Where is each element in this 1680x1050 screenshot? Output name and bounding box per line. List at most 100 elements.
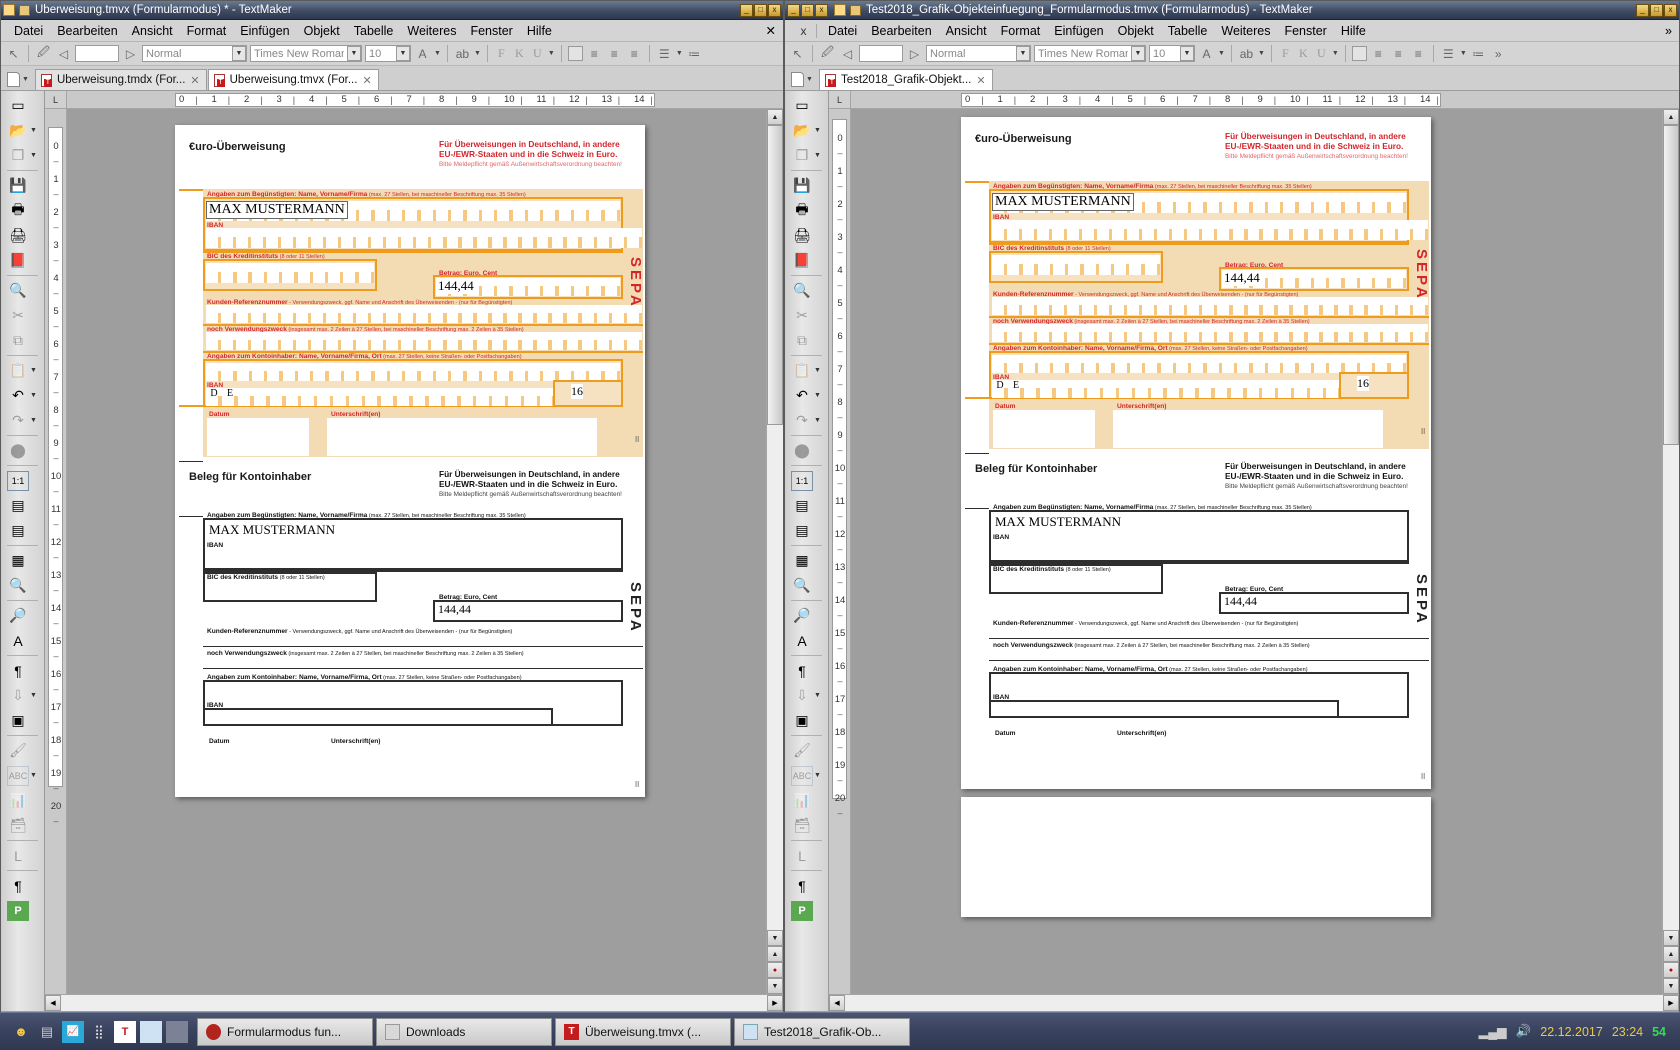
input-cell[interactable] (221, 228, 236, 248)
sidebar-button-paragraph-format[interactable]: ¶ (1, 658, 44, 683)
sidebar-button-redo[interactable]: ↷▼ (785, 408, 828, 433)
scroll-up-button[interactable]: ▲ (1663, 109, 1679, 125)
input-cell[interactable] (477, 228, 492, 248)
input-cell[interactable] (390, 363, 405, 381)
input-cell[interactable] (1314, 355, 1329, 373)
menubar-right[interactable]: x Datei Bearbeiten Ansicht Format Einfüg… (785, 20, 1679, 42)
input-cell[interactable] (1023, 355, 1038, 373)
input-cell[interactable] (1114, 255, 1129, 275)
input-cell-row[interactable] (992, 324, 1428, 342)
chevron-down-icon[interactable]: ▼ (548, 50, 555, 57)
input-cell[interactable] (537, 228, 552, 248)
horizontal-scrollbar-right[interactable]: ◀ ▶ (829, 994, 1679, 1011)
input-cell[interactable] (436, 201, 451, 221)
box-iban-2[interactable] (203, 708, 553, 726)
chevron-down-icon[interactable]: ▼ (30, 772, 38, 779)
input-cell[interactable] (405, 201, 420, 221)
sidebar-button-drop-cap[interactable]: L (785, 843, 828, 868)
input-cell[interactable] (1145, 193, 1160, 213)
next-field-icon[interactable]: ▷ (906, 45, 923, 62)
input-cell[interactable] (552, 305, 567, 323)
scroll-down-button[interactable]: ▼ (767, 930, 783, 946)
chevron-down-icon[interactable]: ▼ (814, 417, 822, 424)
input-cell[interactable] (612, 228, 627, 248)
previous-page-button[interactable]: ▲ (1663, 946, 1679, 962)
input-cell[interactable] (1398, 324, 1413, 342)
show-desktop-icon[interactable]: ▤ (36, 1021, 58, 1043)
input-cell[interactable] (1237, 355, 1252, 373)
document-tab-0[interactable]: Test2018_Grafik-Objekt... ✕ (819, 69, 993, 90)
input-cell-row[interactable] (992, 380, 1342, 398)
input-cell[interactable] (1084, 355, 1099, 373)
input-cell[interactable] (1283, 193, 1298, 213)
input-cell[interactable] (528, 201, 543, 221)
sidebar-button-page-layout-view[interactable]: ▤ (1, 493, 44, 518)
input-cell[interactable] (467, 201, 482, 221)
input-cell[interactable] (1187, 324, 1202, 342)
input-cell[interactable] (1222, 355, 1237, 373)
input-cell[interactable] (1248, 324, 1263, 342)
input-cell[interactable] (1157, 324, 1172, 342)
input-cell[interactable] (513, 363, 528, 381)
input-cell[interactable] (1299, 270, 1314, 288)
field-value-box[interactable] (859, 45, 903, 62)
sidebar-button-database[interactable]: 🗃 (785, 813, 828, 838)
taskbar-item-0[interactable]: Formularmodus fun... (197, 1018, 373, 1046)
input-cell[interactable] (286, 388, 302, 406)
input-cell[interactable] (1056, 380, 1072, 398)
input-cell[interactable] (1053, 255, 1068, 275)
input-cell[interactable] (281, 332, 296, 350)
input-cell[interactable] (1253, 355, 1268, 373)
sidebar-button-new-document[interactable]: ▭ (1, 93, 44, 118)
input-cell[interactable] (1052, 220, 1067, 240)
chevron-down-icon[interactable]: ▼ (814, 152, 822, 159)
apps-icon[interactable]: ⣿ (88, 1021, 110, 1043)
sidebar-button-save[interactable]: 💾 (1, 173, 44, 198)
input-cell[interactable] (1247, 380, 1263, 398)
align-justify-icon[interactable] (568, 46, 583, 61)
sidebar-button-cut[interactable]: ✂ (1, 303, 44, 328)
document-tab-1[interactable]: Überweisung.tmvx (For... ✕ (208, 69, 379, 90)
input-cell[interactable] (281, 228, 296, 248)
input-cell[interactable] (582, 332, 597, 350)
input-date-1[interactable] (207, 418, 309, 456)
input-cell[interactable] (1145, 355, 1160, 373)
input-cell[interactable] (1022, 324, 1037, 342)
sidebar-button-undo[interactable]: ↶▼ (1, 383, 44, 408)
sidebar-button-export-pdf[interactable]: 📕 (1, 248, 44, 273)
input-cell[interactable] (574, 201, 589, 221)
input-cell[interactable] (298, 363, 313, 381)
goto-page-button[interactable]: ● (767, 962, 783, 978)
input-cell[interactable] (1022, 220, 1037, 240)
bullet-list-icon[interactable]: ☰ (656, 45, 673, 62)
sidebar-button-zoom-in[interactable]: 🔍 (1, 573, 44, 598)
sidebar-button-print[interactable]: 🖨 (1, 223, 44, 248)
input-cell[interactable] (386, 305, 401, 323)
input-cell[interactable] (1135, 380, 1151, 398)
input-cell[interactable] (206, 263, 221, 283)
input-cell[interactable] (1293, 297, 1308, 315)
input-cell[interactable] (462, 228, 477, 248)
numbered-list-icon[interactable]: ≔ (1470, 45, 1487, 62)
input-cell[interactable] (567, 305, 582, 323)
menu-item-datei[interactable]: Datei (821, 22, 864, 40)
sidebar-button-format-painter[interactable]: 🖌 (1, 738, 44, 763)
input-cell[interactable] (386, 332, 401, 350)
scroll-up-button[interactable]: ▲ (767, 109, 783, 125)
input-cell[interactable] (328, 263, 343, 283)
input-cell-row[interactable] (992, 255, 1160, 275)
paragraph-style-select[interactable]: Normal ▼ (926, 45, 1031, 62)
input-cell[interactable] (431, 332, 446, 350)
horizontal-ruler-right[interactable]: 0|1|2|3|4|5|6|7|8|9|10|11|12|13|14| (851, 91, 1679, 108)
input-cell[interactable] (1323, 324, 1338, 342)
new-document-button[interactable]: ▼ (789, 72, 818, 90)
input-cell[interactable] (1099, 355, 1114, 373)
select-object-icon[interactable]: ↖ (789, 45, 806, 62)
input-cell[interactable] (543, 201, 558, 221)
input-cell[interactable] (1082, 220, 1097, 240)
minimize-button-left[interactable]: _ (740, 4, 753, 17)
input-cell[interactable] (1103, 380, 1119, 398)
input-cell[interactable] (482, 278, 497, 296)
sidebar-button-zoom-search[interactable]: 🔎 (785, 603, 828, 628)
input-cell[interactable] (1345, 355, 1360, 373)
